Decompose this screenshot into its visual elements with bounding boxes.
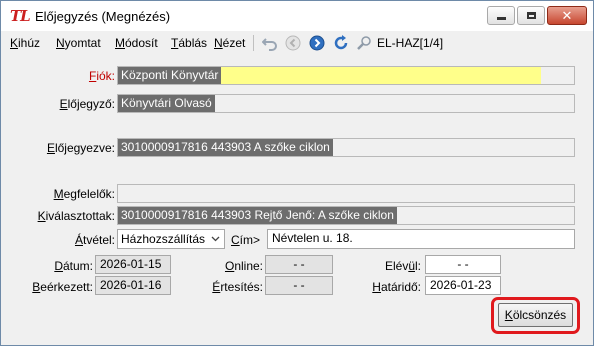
elojegyezve-label: Előjegyezve: <box>46 141 115 155</box>
ertesites-field: - - <box>265 276 333 295</box>
atvetel-value: Házhozszállítás <box>121 232 206 246</box>
minimize-icon <box>496 17 506 20</box>
back-icon[interactable] <box>285 35 301 51</box>
hatarido-value: 2026-01-23 <box>430 278 492 292</box>
record-indicator: EL-HAZ[1/4] <box>377 36 444 50</box>
maximize-button[interactable] <box>517 6 545 25</box>
close-icon: ✕ <box>561 8 573 23</box>
fiok-field[interactable]: Központi Könyvtár <box>117 66 575 85</box>
kolcsonzes-button[interactable]: Kölcsönzés <box>498 303 573 327</box>
beerkezett-field: 2026-01-16 <box>95 276 171 295</box>
online-field: - - <box>265 255 333 274</box>
fiok-label: Fiók: <box>88 69 115 83</box>
elojegyzo-field[interactable]: Könyvtári Olvasó <box>117 94 575 113</box>
online-value: - - <box>293 257 305 271</box>
close-button[interactable]: ✕ <box>547 6 587 25</box>
maximize-icon <box>526 12 536 19</box>
fiok-value: Központi Könyvtár <box>118 67 222 84</box>
ertesites-label: Értesítés: <box>212 280 263 294</box>
datum-value: 2026-01-15 <box>100 257 162 271</box>
menu-tablas[interactable]: Táblás <box>171 36 207 50</box>
atvetel-select[interactable]: Házhozszállítás <box>117 229 225 249</box>
online-label: Online: <box>224 259 263 273</box>
kivalasztottak-value: 3010000917816 443903 Rejtő Jenő: A szőke… <box>118 207 397 224</box>
menu-nezet[interactable]: Nézet <box>214 36 245 50</box>
menu-bar: Kihúz Nyomtat Módosít Táblás Nézet EL-HA… <box>1 31 593 54</box>
atvetel-label: Átvétel: <box>74 233 115 247</box>
window-title: Előjegyzés (Megnézés) <box>35 9 171 24</box>
beerkezett-value: 2026-01-16 <box>100 278 162 292</box>
toolbar-separator <box>253 35 254 51</box>
refresh-icon[interactable] <box>333 35 349 51</box>
chevron-down-icon <box>211 230 220 255</box>
undo-icon[interactable] <box>262 35 278 51</box>
datum-label: Dátum: <box>54 259 93 273</box>
cim-value: Névtelen u. 18. <box>272 231 353 245</box>
reservation-form: Fiók: Központi Könyvtár Előjegyző: Könyv… <box>7 54 587 339</box>
elojegyezve-field[interactable]: 3010000917816 443903 A szőke ciklon <box>117 138 575 157</box>
elevul-value: - - <box>457 257 469 271</box>
menu-modosit[interactable]: Módosít <box>115 36 158 50</box>
reservation-window: TL Előjegyzés (Megnézés) ✕ Kihúz Nyomtat… <box>0 0 594 346</box>
forward-icon[interactable] <box>309 35 325 51</box>
elevul-field[interactable]: - - <box>425 255 501 274</box>
cim-label[interactable]: Cím> <box>231 233 260 247</box>
hatarido-field[interactable]: 2026-01-23 <box>425 276 501 295</box>
elojegyzo-value: Könyvtári Olvasó <box>118 95 215 112</box>
hatarido-label: Határidő: <box>372 280 421 294</box>
app-logo: TL <box>10 7 31 25</box>
datum-field: 2026-01-15 <box>95 255 171 274</box>
beerkezett-label: Beérkezett: <box>32 280 93 294</box>
megfelelok-field[interactable] <box>117 184 575 203</box>
elojegyezve-value: 3010000917816 443903 A szőke ciklon <box>118 139 333 156</box>
search-icon[interactable] <box>356 35 372 51</box>
kivalasztottak-label: Kiválasztottak: <box>37 209 115 223</box>
menu-nyomtat[interactable]: Nyomtat <box>56 36 101 50</box>
menu-kihuz[interactable]: Kihúz <box>10 36 40 50</box>
kivalasztottak-field[interactable]: 3010000917816 443903 Rejtő Jenő: A szőke… <box>117 206 575 225</box>
megfelelok-label: Megfelelők: <box>53 187 115 201</box>
ertesites-value: - - <box>293 278 305 292</box>
minimize-button[interactable] <box>487 6 515 25</box>
cim-field[interactable]: Névtelen u. 18. <box>267 229 575 249</box>
title-bar: TL Előjegyzés (Megnézés) ✕ <box>1 1 593 31</box>
elojegyzo-label: Előjegyző: <box>59 97 115 111</box>
elevul-label: Elévül: <box>384 259 421 273</box>
